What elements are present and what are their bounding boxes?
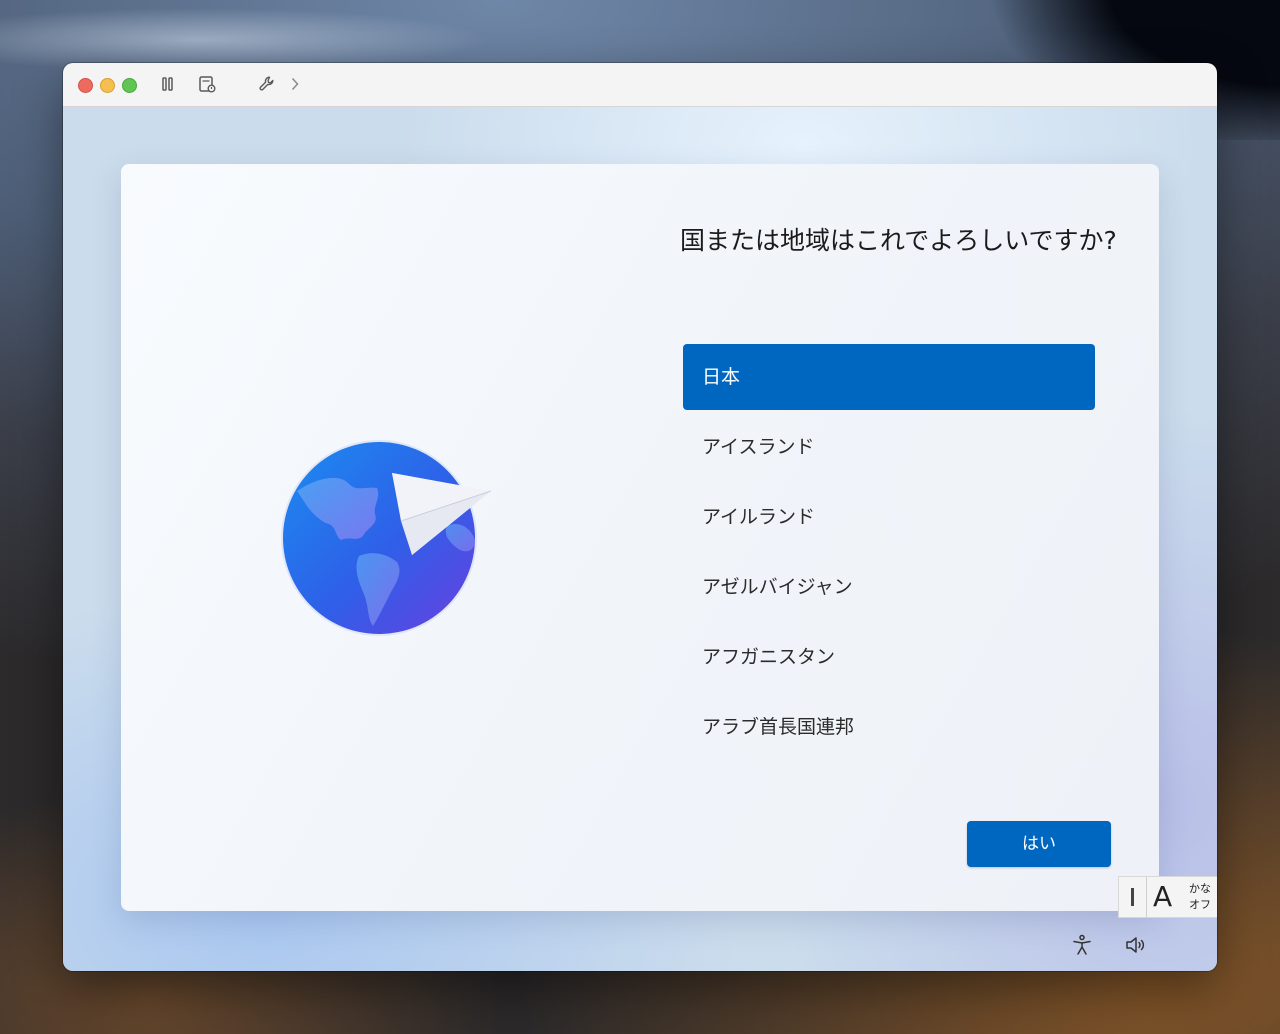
vm-screen: 国または地域はこれでよろしいですか? 日本 アイスランド アイルランド アゼルバ… (63, 107, 1217, 971)
yes-button[interactable]: はい (967, 821, 1111, 867)
wrench-icon[interactable] (257, 74, 277, 94)
volume-icon[interactable] (1124, 933, 1148, 957)
close-button[interactable] (78, 78, 93, 93)
minimize-button[interactable] (100, 78, 115, 93)
ime-mode-letter: A (1153, 880, 1173, 913)
region-list[interactable]: 日本 アイスランド アイルランド アゼルバイジャン アフガニスタン アラブ首長国… (683, 344, 1095, 764)
region-item-azerbaijan[interactable]: アゼルバイジャン (683, 554, 1095, 620)
chevron-right-icon[interactable] (285, 74, 305, 94)
ime-kana-status: かな オフ (1188, 881, 1212, 913)
region-item-iceland[interactable]: アイスランド (683, 414, 1095, 480)
region-question: 国または地域はこれでよろしいですか? (680, 226, 1117, 255)
region-item-uae[interactable]: アラブ首長国連邦 (683, 694, 1095, 760)
region-item-ireland[interactable]: アイルランド (683, 484, 1095, 550)
globe-paper-plane-illustration (279, 436, 499, 636)
ime-divider (1146, 877, 1147, 917)
ime-indicator[interactable]: A かな オフ (1118, 876, 1217, 918)
accessibility-icon[interactable] (1070, 933, 1094, 957)
window-titlebar (63, 63, 1217, 107)
ime-kana-line2: オフ (1189, 898, 1211, 911)
pause-icon[interactable] (158, 74, 178, 94)
region-item-afghanistan[interactable]: アフガニスタン (683, 624, 1095, 690)
vm-window: 国または地域はこれでよろしいですか? 日本 アイスランド アイルランド アゼルバ… (63, 63, 1217, 971)
snapshot-icon[interactable] (197, 74, 217, 94)
region-item-japan[interactable]: 日本 (683, 344, 1095, 410)
maximize-button[interactable] (122, 78, 137, 93)
ime-cursor-icon (1131, 888, 1134, 906)
oobe-card: 国または地域はこれでよろしいですか? 日本 アイスランド アイルランド アゼルバ… (121, 164, 1159, 911)
ime-kana-line1: かな (1189, 882, 1211, 895)
